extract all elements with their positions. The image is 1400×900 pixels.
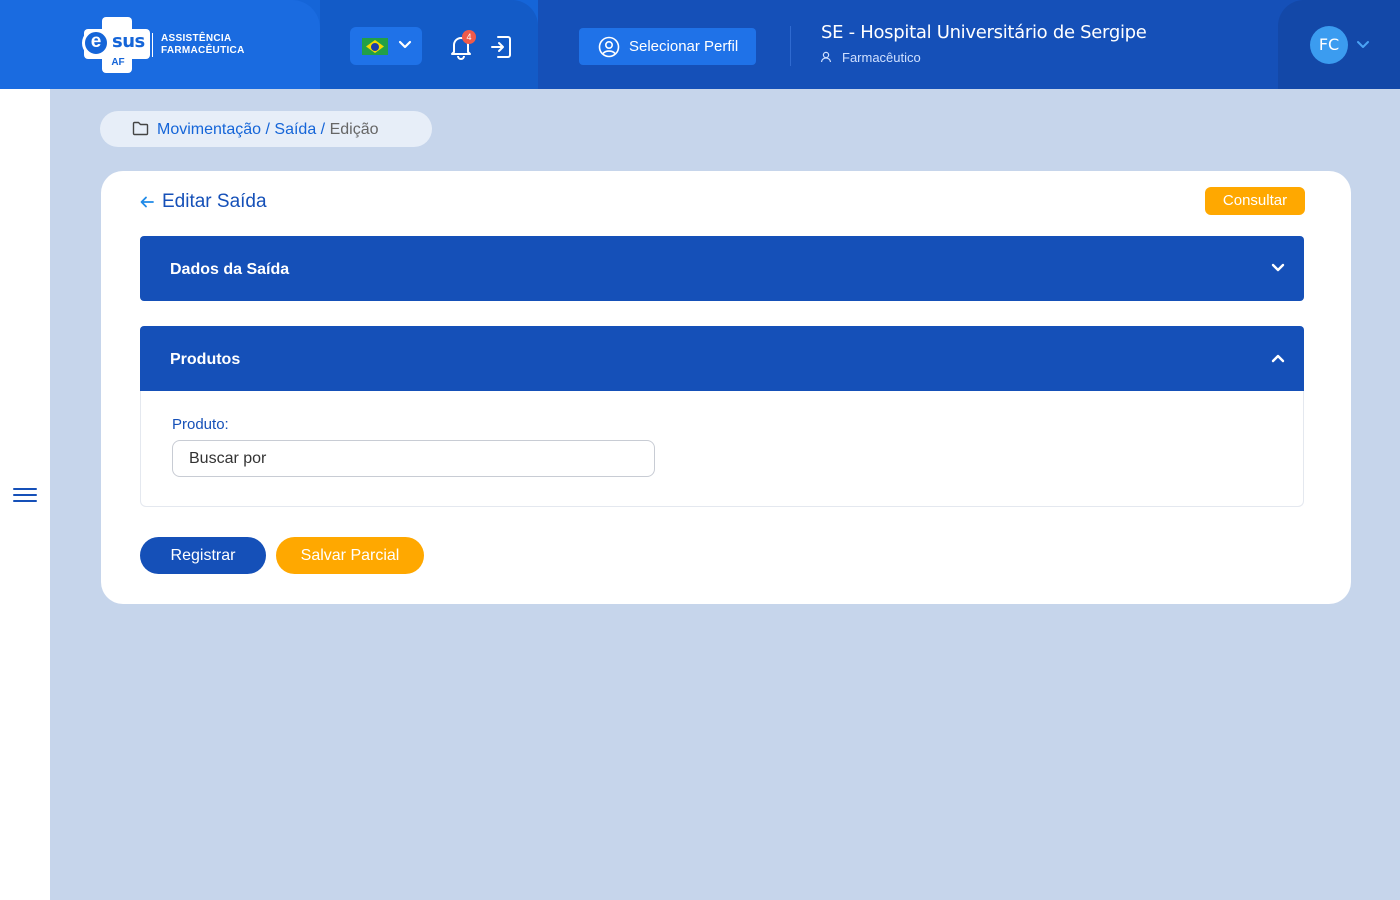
language-selector[interactable] xyxy=(350,27,422,65)
logo-af: AF xyxy=(111,57,125,68)
top-header: e sus AF ASSISTÊNCIA FARMACÊUTICA 4 Sele… xyxy=(0,0,1400,89)
user-circle-icon xyxy=(598,36,620,58)
hamburger-menu-icon[interactable] xyxy=(13,486,37,504)
chevron-down-icon xyxy=(398,40,412,49)
esus-af-logo[interactable]: e sus AF ASSISTÊNCIA FARMACÊUTICA xyxy=(80,17,250,73)
logo-sus: sus xyxy=(112,31,145,52)
partial-save-button[interactable]: Salvar Parcial xyxy=(276,537,424,574)
logo-text: ASSISTÊNCIA FARMACÊUTICA xyxy=(161,33,245,57)
panel-dados-saida-header[interactable]: Dados da Saída xyxy=(140,236,1304,301)
breadcrumb: Movimentação / Saída / Edição xyxy=(100,111,432,147)
flag-circle xyxy=(371,42,379,51)
select-profile-button[interactable]: Selecionar Perfil xyxy=(579,28,756,65)
logo-divider xyxy=(152,33,153,57)
breadcrumb-text: Movimentação / Saída / Edição xyxy=(157,121,379,139)
breadcrumb-saida[interactable]: Saída xyxy=(274,121,316,138)
back-arrow-icon[interactable] xyxy=(140,196,154,208)
logo-text-line2: FARMACÊUTICA xyxy=(161,45,245,56)
hospital-name: SE - Hospital Universitário de Sergipe xyxy=(821,22,1147,43)
user-icon xyxy=(820,51,832,63)
breadcrumb-movimentacao[interactable]: Movimentação xyxy=(157,121,261,138)
product-search-input[interactable] xyxy=(172,440,655,477)
user-avatar[interactable]: FC xyxy=(1310,26,1348,64)
panel-produtos-body: Produto: xyxy=(140,391,1304,507)
user-role: Farmacêutico xyxy=(842,50,921,65)
breadcrumb-separator: / xyxy=(265,121,270,138)
sidebar xyxy=(0,89,50,900)
notification-count-badge: 4 xyxy=(462,30,476,44)
edit-output-card: Editar Saída Consultar Dados da Saída Pr… xyxy=(101,171,1351,604)
header-separator xyxy=(790,26,791,66)
page-title: Editar Saída xyxy=(162,191,267,212)
logout-icon[interactable] xyxy=(489,34,513,60)
select-profile-label: Selecionar Perfil xyxy=(629,38,739,55)
logo-e: e xyxy=(82,29,110,57)
chevron-up-icon xyxy=(1271,354,1285,363)
product-field-label: Produto: xyxy=(172,416,229,433)
register-button[interactable]: Registrar xyxy=(140,537,266,574)
panel-produtos-header[interactable]: Produtos xyxy=(140,326,1304,391)
breadcrumb-current: Edição xyxy=(329,121,379,138)
folder-icon xyxy=(132,121,149,136)
consult-button[interactable]: Consultar xyxy=(1205,187,1305,215)
chevron-down-icon xyxy=(1271,263,1285,272)
chevron-down-icon[interactable] xyxy=(1356,39,1370,51)
panel-title: Dados da Saída xyxy=(170,261,290,278)
logo-text-line1: ASSISTÊNCIA xyxy=(161,33,232,44)
breadcrumb-separator: / xyxy=(320,121,326,138)
panel-title: Produtos xyxy=(170,351,241,368)
brazil-flag-icon xyxy=(362,38,388,55)
